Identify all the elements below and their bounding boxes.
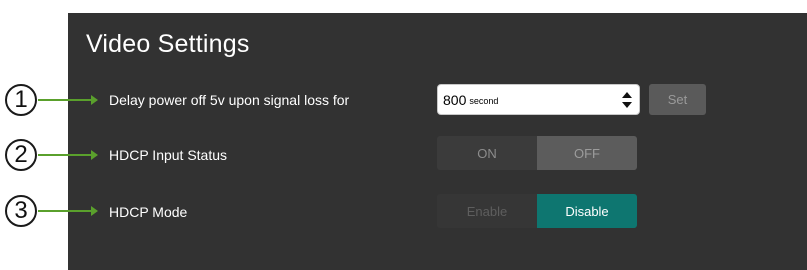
- callout-2: 2: [5, 139, 37, 171]
- delay-seconds-input[interactable]: 800 second: [437, 84, 640, 115]
- delay-unit: second: [469, 96, 499, 106]
- callout-1: 1: [5, 84, 37, 116]
- hdcp-mode-label: HDCP Mode: [109, 204, 188, 220]
- hdcp-mode-toggle: Enable Disable: [437, 194, 637, 228]
- page-title: Video Settings: [86, 30, 250, 58]
- callout-arrow-2: [38, 150, 98, 160]
- hdcp-mode-disable-option[interactable]: Disable: [537, 194, 637, 228]
- spinner-arrows-icon[interactable]: [621, 91, 633, 109]
- hdcp-input-status-toggle: ON OFF: [437, 136, 637, 170]
- delay-value: 800: [443, 91, 467, 108]
- hdcp-status-on-option[interactable]: ON: [437, 136, 537, 170]
- hdcp-input-status-label: HDCP Input Status: [109, 147, 228, 163]
- callout-arrow-3: [38, 206, 98, 216]
- hdcp-mode-enable-option[interactable]: Enable: [437, 194, 537, 228]
- hdcp-status-off-option[interactable]: OFF: [537, 136, 637, 170]
- set-button[interactable]: Set: [649, 84, 706, 115]
- callout-arrow-1: [38, 95, 98, 105]
- callout-3: 3: [5, 195, 37, 227]
- delay-label: Delay power off 5v upon signal loss for: [109, 92, 350, 108]
